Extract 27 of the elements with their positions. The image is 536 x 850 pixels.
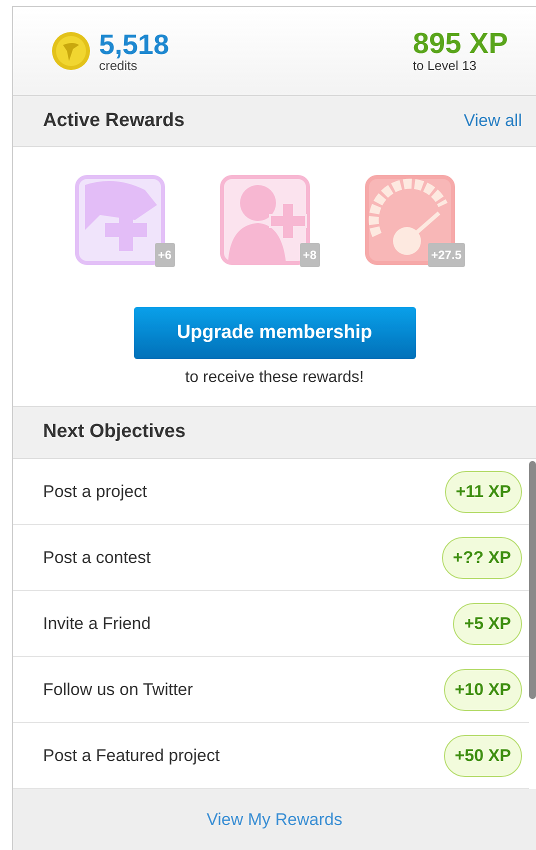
objective-row[interactable]: Invite a Friend +5 XP (13, 591, 529, 657)
objective-row[interactable]: Follow us on Twitter +10 XP (13, 657, 529, 723)
objective-row[interactable]: Post a contest +?? XP (13, 525, 529, 591)
xp-amount: 895 XP (412, 30, 508, 59)
coin-icon (51, 31, 91, 71)
reward-badge: +6 (154, 243, 174, 267)
xp-pill: +5 XP (453, 602, 522, 644)
view-all-link[interactable]: View all (464, 108, 522, 134)
credits-amount: 5,518 (99, 30, 170, 58)
xp-pill: +50 XP (444, 734, 522, 776)
upgrade-button[interactable]: Upgrade membership (134, 307, 416, 359)
upgrade-note: to receive these rewards! (185, 368, 364, 388)
reward-badge: +27.5 (428, 243, 464, 267)
xp-label: to Level 13 (412, 59, 478, 72)
section-title: Active Rewards (43, 108, 185, 133)
objective-label: Follow us on Twitter (43, 678, 193, 701)
xp-pill: +10 XP (444, 668, 522, 710)
xp-pill: +11 XP (444, 470, 522, 512)
objective-label: Post a Featured project (43, 744, 220, 767)
objective-label: Post a project (43, 480, 147, 503)
objective-label: Post a contest (43, 546, 151, 569)
reward-badge: +8 (300, 243, 320, 267)
objective-label: Invite a Friend (43, 612, 151, 635)
xp-pill: +?? XP (442, 536, 522, 578)
section-title: Next Objectives (43, 420, 186, 444)
objective-row[interactable]: Post a project +11 XP (13, 459, 529, 525)
credits-label: credits (99, 58, 138, 72)
